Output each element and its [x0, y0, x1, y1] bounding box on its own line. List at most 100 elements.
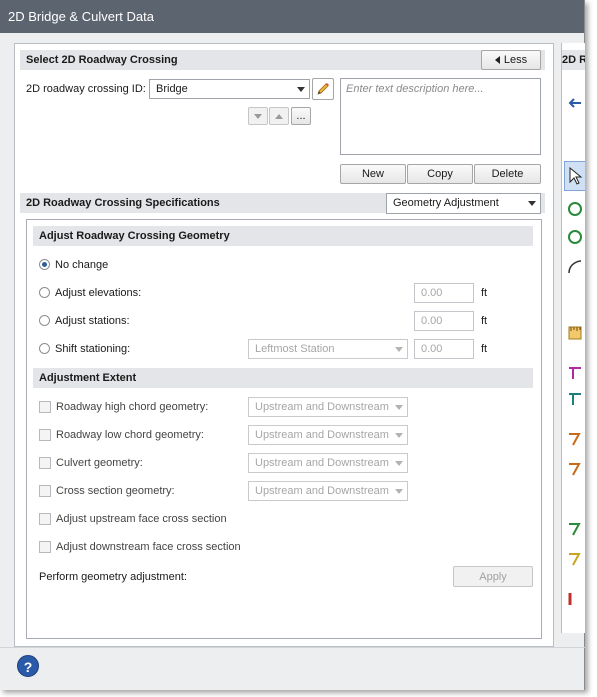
circle-tool-icon[interactable]: [567, 229, 583, 245]
specs-mode-dropdown[interactable]: Geometry Adjustment: [386, 193, 541, 214]
adjust-stations-label: Adjust stations:: [55, 315, 130, 327]
pier-tool-icon[interactable]: [567, 391, 583, 407]
adjust-stations-radio[interactable]: [39, 315, 50, 326]
adjust-elevations-label: Adjust elevations:: [55, 287, 142, 299]
window-title: 2D Bridge & Culvert Data: [0, 0, 584, 33]
triangle-down-icon: [254, 113, 262, 119]
select-tool-button[interactable]: [564, 161, 585, 191]
move-down-button[interactable]: [248, 107, 268, 125]
browse-button-label: ...: [296, 110, 306, 122]
crossing-id-value: Bridge: [156, 83, 188, 95]
side-panel-header: 2D R: [562, 50, 585, 70]
crossing-id-label: 2D roadway crossing ID:: [26, 83, 146, 95]
high-chord-label: Roadway high chord geometry:: [56, 401, 209, 413]
browse-button[interactable]: ...: [291, 107, 311, 125]
select-crossing-header: Select 2D Roadway Crossing: [20, 50, 545, 70]
move-up-button[interactable]: [269, 107, 289, 125]
triangle-left-icon: [494, 56, 500, 64]
specs-mode-value: Geometry Adjustment: [393, 197, 499, 209]
shift-unit: ft: [481, 343, 488, 355]
station-value: 0.00: [421, 315, 443, 327]
less-button[interactable]: Less: [481, 50, 541, 70]
ruler-icon[interactable]: [567, 325, 583, 341]
culvert-label: Culvert geometry:: [56, 457, 143, 469]
edit-name-button[interactable]: [312, 78, 334, 100]
elevation-unit: ft: [481, 287, 488, 299]
geometry-header: Adjust Roadway Crossing Geometry: [33, 226, 533, 246]
high-chord-extent-dropdown[interactable]: Upstream and Downstream: [248, 397, 408, 417]
low-chord-label: Roadway low chord geometry:: [56, 429, 204, 441]
description-placeholder: Enter text description here...: [346, 83, 484, 95]
new-button-label: New: [361, 168, 384, 180]
crossing-id-dropdown[interactable]: Bridge: [149, 79, 310, 99]
cross-section-label: Cross section geometry:: [56, 485, 175, 497]
pencil-icon: [317, 83, 329, 95]
station-unit: ft: [481, 315, 488, 327]
copy-button-label: Copy: [427, 168, 453, 180]
downstream-face-checkbox[interactable]: [39, 541, 51, 553]
low-chord-checkbox[interactable]: [39, 429, 51, 441]
station-input[interactable]: 0.00: [414, 311, 474, 331]
culvert-checkbox[interactable]: [39, 457, 51, 469]
select-crossing-header-label: Select 2D Roadway Crossing: [26, 54, 178, 66]
delete-button-label: Delete: [491, 168, 524, 180]
chevron-down-icon: [395, 461, 403, 466]
shift-value: 0.00: [421, 343, 443, 355]
dialog-window: 2D Bridge & Culvert Data Select 2D Roadw…: [0, 0, 585, 690]
less-button-label: Less: [503, 54, 528, 66]
culvert-extent-dropdown[interactable]: Upstream and Downstream: [248, 453, 408, 473]
triangle-up-icon: [275, 113, 283, 119]
downstream-face-label: Adjust downstream face cross section: [56, 541, 241, 553]
description-textarea[interactable]: Enter text description here...: [340, 78, 541, 155]
perform-adjustment-label: Perform geometry adjustment:: [39, 571, 187, 583]
adjust-elevations-radio[interactable]: [39, 287, 50, 298]
upstream-face-label: Adjust upstream face cross section: [56, 513, 227, 525]
shift-stationing-radio[interactable]: [39, 343, 50, 354]
abutment-tool-icon[interactable]: [567, 461, 583, 477]
shift-reference-value: Leftmost Station: [255, 343, 335, 355]
new-button[interactable]: New: [340, 164, 406, 184]
circle-tool-icon[interactable]: [567, 201, 583, 217]
elevation-input[interactable]: 0.00: [414, 283, 474, 303]
culvert-extent-value: Upstream and Downstream: [255, 457, 389, 469]
apply-button-label: Apply: [479, 570, 507, 583]
shift-stationing-label: Shift stationing:: [55, 343, 131, 355]
cross-section-extent-dropdown[interactable]: Upstream and Downstream: [248, 481, 408, 501]
side-panel: 2D R: [561, 43, 585, 633]
help-icon: ?: [23, 659, 33, 675]
extent-header: Adjustment Extent: [33, 368, 533, 388]
low-chord-extent-value: Upstream and Downstream: [255, 429, 389, 441]
culvert-tool-icon[interactable]: [567, 591, 583, 607]
cross-section-extent-value: Upstream and Downstream: [255, 485, 389, 497]
shift-input[interactable]: 0.00: [414, 339, 474, 359]
chevron-down-icon: [395, 433, 403, 438]
help-button[interactable]: ?: [17, 655, 39, 677]
chevron-down-icon: [395, 405, 403, 410]
abutment-tool-icon[interactable]: [567, 551, 583, 567]
extent-header-label: Adjustment Extent: [39, 372, 137, 384]
no-change-label: No change: [55, 259, 109, 271]
high-chord-extent-value: Upstream and Downstream: [255, 401, 389, 413]
arrow-left-icon[interactable]: [567, 95, 583, 111]
pier-tool-icon[interactable]: [567, 365, 583, 381]
specs-header-label: 2D Roadway Crossing Specifications: [26, 197, 220, 209]
high-chord-checkbox[interactable]: [39, 401, 51, 413]
curve-tool-icon[interactable]: [567, 259, 583, 275]
low-chord-extent-dropdown[interactable]: Upstream and Downstream: [248, 425, 408, 445]
no-change-radio[interactable]: [39, 259, 50, 270]
abutment-tool-icon[interactable]: [567, 521, 583, 537]
elevation-value: 0.00: [421, 287, 443, 299]
apply-button[interactable]: Apply: [453, 566, 533, 587]
chevron-down-icon: [395, 347, 403, 352]
geometry-header-label: Adjust Roadway Crossing Geometry: [39, 230, 230, 242]
delete-button[interactable]: Delete: [474, 164, 541, 184]
pointer-icon: [569, 167, 583, 185]
chevron-down-icon: [395, 489, 403, 494]
abutment-tool-icon[interactable]: [567, 431, 583, 447]
upstream-face-checkbox[interactable]: [39, 513, 51, 525]
cross-section-checkbox[interactable]: [39, 485, 51, 497]
side-panel-header-label: 2D R: [562, 54, 585, 66]
chevron-down-icon: [528, 201, 536, 206]
shift-reference-dropdown[interactable]: Leftmost Station: [248, 339, 408, 359]
copy-button[interactable]: Copy: [407, 164, 473, 184]
